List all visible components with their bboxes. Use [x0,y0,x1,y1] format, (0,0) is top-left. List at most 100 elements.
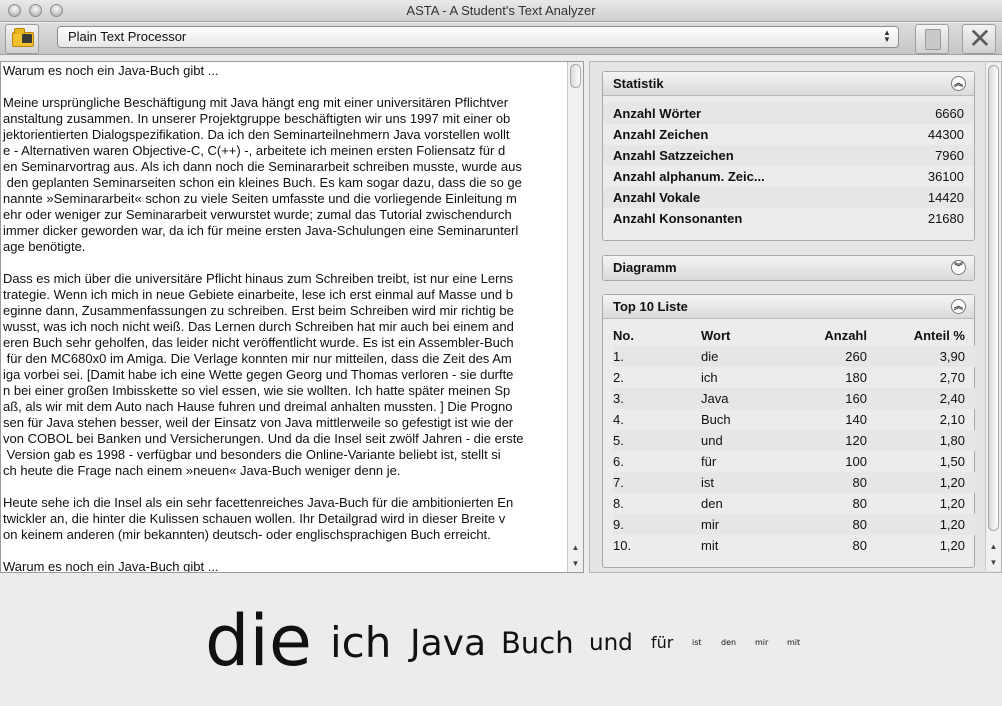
table-row[interactable]: 1. die 260 3,90 [613,346,975,367]
text-paragraph: Dass es mich über die universitäre Pflic… [3,271,524,478]
stat-row: Anzahl Wörter 6660 [603,103,974,124]
cell-anteil: 2,10 [939,412,965,427]
processor-select-value: Plain Text Processor [68,29,187,44]
cell-anteil: 3,90 [877,346,975,367]
stat-label: Anzahl Wörter [613,106,702,121]
cell-no: 1. [613,346,701,367]
top10-section: Top 10 Liste ︽ No. Wort Anzahl Anteil % … [602,294,975,568]
word-cloud: die ich Java Buch und für ist den mir mi… [0,574,1002,706]
stat-value: 44300 [927,127,964,142]
cloud-word: mit [787,638,801,647]
text-content: Warum es noch ein Java-Buch gibt ... Mei… [3,63,565,572]
cell-wort: die [701,346,789,367]
collapse-icon[interactable]: ︽ [951,299,966,314]
app-window: ASTA - A Student's Text Analyzer Plain T… [0,0,1002,706]
table-row[interactable]: 4. Buch 140 2,10 [613,409,975,430]
cell-wort: für [701,454,717,469]
toolbar: Plain Text Processor ▲ ▼ ✕ [0,23,1002,55]
cloud-word: Java [410,623,487,664]
cell-anzahl: 80 [852,496,867,511]
table-row[interactable]: 7. ist 80 1,20 [613,472,975,493]
document-button[interactable] [915,24,949,54]
cloud-word: den [721,638,737,647]
text-paragraph: Heute sehe ich die Insel als ein sehr fa… [3,495,514,542]
text-editor[interactable]: Warum es noch ein Java-Buch gibt ... Mei… [0,61,584,573]
table-row[interactable]: 5. und 120 1,80 [613,430,975,451]
scroll-up-icon[interactable]: ▲ [986,539,1001,554]
cell-no: 6. [613,454,624,469]
cloud-word: die [205,600,312,682]
cell-wort: ist [701,472,789,493]
scroll-up-icon[interactable]: ▲ [568,540,583,555]
cell-wort: mir [701,514,789,535]
stat-row: Anzahl Konsonanten 21680 [603,208,974,229]
col-header-anzahl[interactable]: Anzahl [789,325,877,346]
panel-scrollbar-thumb[interactable] [988,65,999,531]
stat-value: 36100 [927,169,964,184]
table-row[interactable]: 2. ich 180 2,70 [613,367,975,388]
stat-label: Anzahl Konsonanten [613,211,743,226]
cell-wort: und [701,430,789,451]
cell-no: 3. [613,388,701,409]
cell-no: 8. [613,496,624,511]
cell-anzahl: 100 [845,454,867,469]
table-row[interactable]: 8. den 80 1,20 [613,493,975,514]
table-row[interactable]: 10. mit 80 1,20 [613,535,975,556]
stat-label: Anzahl Vokale [613,190,701,205]
analysis-panel: Statistik ︽ Anzahl Wörter 6660 Anzahl Zei… [589,61,1002,573]
cell-anzahl: 80 [852,538,867,553]
cell-anteil: 2,70 [939,370,965,385]
processor-select[interactable]: Plain Text Processor ▲ ▼ [57,26,899,48]
stat-row: Anzahl Vokale 14420 [603,187,974,208]
cell-anzahl: 120 [789,430,877,451]
expand-icon[interactable]: ︾ [951,260,966,275]
cell-no: 7. [613,472,701,493]
stat-value: 21680 [927,211,964,226]
stat-label: Anzahl Satzzeichen [613,148,734,163]
stat-row: Anzahl Zeichen 44300 [603,124,974,145]
table-row[interactable]: 6. für 100 1,50 [613,451,975,472]
close-button[interactable]: ✕ [962,24,996,54]
statistik-title: Statistik [613,76,664,91]
scroll-down-icon[interactable]: ▼ [568,556,583,571]
diagramm-section: Diagramm ︾ [602,255,975,281]
cell-no: 9. [613,514,701,535]
table-row[interactable]: 3. Java 160 2,40 [613,388,975,409]
stat-row: Anzahl Satzzeichen 7960 [603,145,974,166]
diagramm-title: Diagramm [613,260,677,275]
stat-value: 14420 [927,190,964,205]
cell-anteil: 1,20 [877,472,975,493]
cell-wort: mit [701,538,719,553]
col-header-no[interactable]: No. [613,325,701,346]
cell-no: 5. [613,430,701,451]
statistik-section: Statistik ︽ Anzahl Wörter 6660 Anzahl Zei… [602,71,975,241]
collapse-icon[interactable]: ︽ [951,76,966,91]
cell-no: 4. [613,412,624,427]
close-icon: ✕ [968,23,992,54]
top10-table: No. Wort Anzahl Anteil % 1. die 260 3,90 2.… [613,325,975,556]
cloud-word: und [589,630,633,656]
panel-scrollbar[interactable]: ▲ ▼ [985,63,1001,571]
stat-label: Anzahl alphanum. Zeic... [613,169,765,184]
text-scrollbar[interactable]: ▲ ▼ [567,62,583,572]
open-file-button[interactable] [5,24,39,54]
col-header-wort[interactable]: Wort [701,325,789,346]
cell-anteil: 2,40 [877,388,975,409]
cell-wort: ich [701,370,718,385]
stat-value: 6660 [935,106,964,121]
diagramm-header[interactable]: Diagramm ︾ [603,256,974,280]
table-row[interactable]: 9. mir 80 1,20 [613,514,975,535]
cloud-word: ich [330,618,392,667]
cloud-word: mir [755,638,769,647]
text-scrollbar-thumb[interactable] [570,64,581,88]
cell-anteil: 1,50 [939,454,965,469]
cell-anzahl: 160 [789,388,877,409]
top10-header[interactable]: Top 10 Liste ︽ [603,295,974,319]
text-paragraph: Warum es noch ein Java-Buch gibt ... [3,63,219,78]
statistik-header[interactable]: Statistik ︽ [603,72,974,96]
folder-icon [12,28,34,47]
window-title: ASTA - A Student's Text Analyzer [406,3,596,18]
scroll-down-icon[interactable]: ▼ [986,555,1001,570]
col-header-anteil[interactable]: Anteil % [877,325,975,346]
stat-row: Anzahl alphanum. Zeic... 36100 [603,166,974,187]
